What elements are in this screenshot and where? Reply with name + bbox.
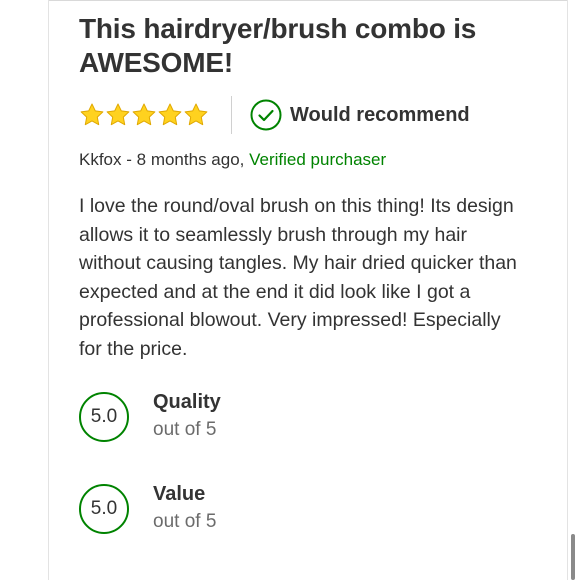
rating-row: Would recommend bbox=[79, 95, 519, 135]
would-recommend-label: Would recommend bbox=[290, 103, 470, 126]
score-text: Quality out of 5 bbox=[153, 389, 221, 445]
review-author: Kkfox bbox=[79, 150, 122, 169]
score-out-of: out of 5 bbox=[153, 511, 217, 532]
star-rating bbox=[79, 102, 209, 128]
rating-divider bbox=[231, 96, 232, 134]
star-icon bbox=[132, 103, 156, 126]
score-label: Quality bbox=[153, 391, 221, 413]
score-circle: 5.0 bbox=[79, 484, 129, 534]
scrollbar-thumb[interactable] bbox=[571, 534, 575, 580]
review-page: This hairdryer/brush combo is AWESOME! W… bbox=[0, 0, 580, 580]
meta-separator: - bbox=[121, 150, 137, 169]
score-circle: 5.0 bbox=[79, 392, 129, 442]
card-top-border bbox=[48, 0, 568, 1]
card-right-border bbox=[567, 0, 568, 580]
star-icon bbox=[158, 103, 182, 126]
card-left-border bbox=[48, 0, 49, 580]
would-recommend: Would recommend bbox=[250, 99, 470, 131]
star-icon bbox=[106, 103, 130, 126]
review-title: This hairdryer/brush combo is AWESOME! bbox=[79, 13, 477, 78]
check-circle-icon bbox=[250, 99, 282, 131]
score-text: Value out of 5 bbox=[153, 481, 216, 537]
review-card: This hairdryer/brush combo is AWESOME! W… bbox=[79, 12, 519, 537]
score-label: Value bbox=[153, 483, 206, 505]
score-out-of: out of 5 bbox=[153, 419, 217, 440]
review-time: 8 months ago, bbox=[136, 150, 245, 169]
score-quality: 5.0 Quality out of 5 bbox=[79, 389, 519, 445]
verified-badge: Verified purchaser bbox=[249, 150, 387, 169]
star-icon bbox=[184, 103, 208, 126]
review-meta: Kkfox - 8 months ago, Verified purchaser bbox=[79, 149, 519, 171]
score-value: 5.0 Value out of 5 bbox=[79, 481, 519, 537]
review-body: I love the round/oval brush on this thin… bbox=[79, 195, 517, 360]
star-icon bbox=[80, 103, 104, 126]
